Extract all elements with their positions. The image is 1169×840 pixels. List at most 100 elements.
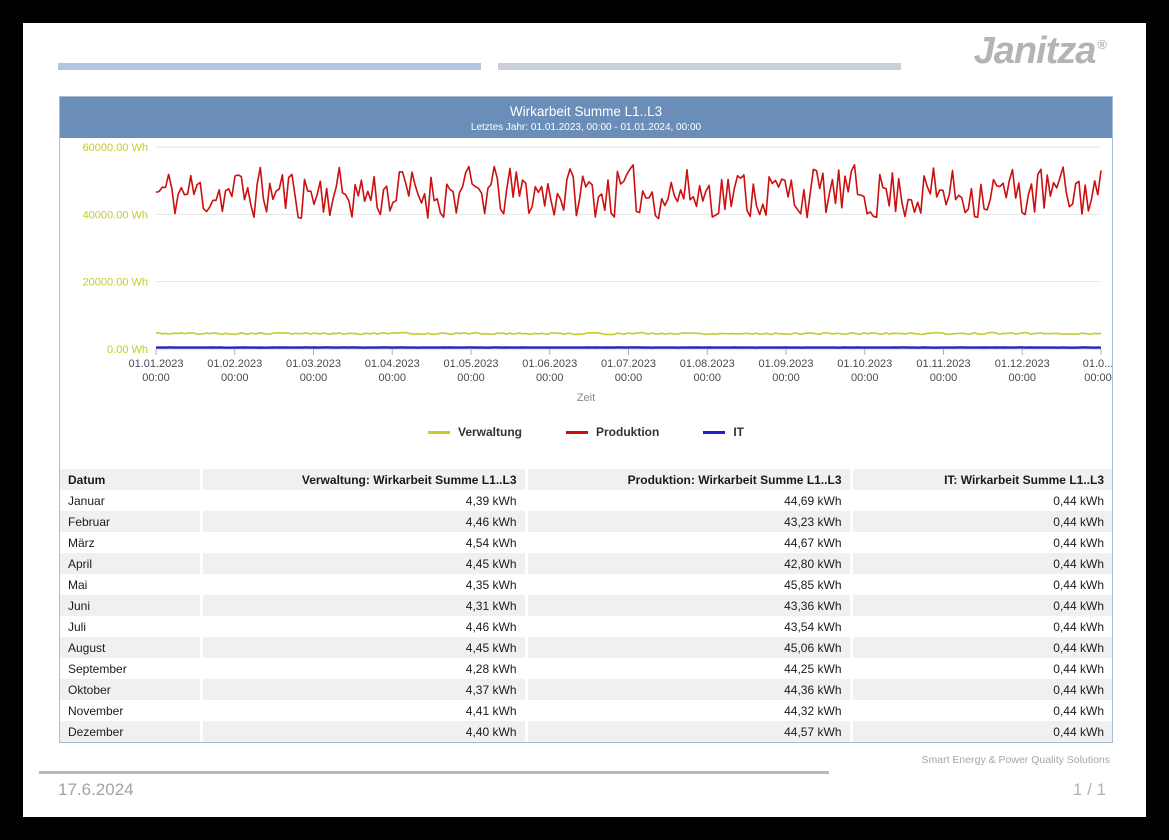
y-tick-label: 60000.00 Wh bbox=[83, 142, 148, 154]
x-tick-label-date: 01.05.2023 bbox=[443, 358, 498, 370]
cell-month: Mai bbox=[60, 574, 201, 595]
table-row: Dezember4,40 kWh44,57 kWh0,44 kWh bbox=[60, 721, 1112, 742]
x-tick-label-date: 01.09.2023 bbox=[758, 358, 813, 370]
cell-month: Dezember bbox=[60, 721, 201, 742]
cell-month: Januar bbox=[60, 490, 201, 511]
series-produktion-line bbox=[156, 165, 1101, 219]
legend-swatch-verwaltung bbox=[428, 431, 450, 434]
cell-value: 0,44 kWh bbox=[851, 721, 1112, 742]
x-tick-label-time: 00:00 bbox=[1008, 372, 1036, 384]
cell-value: 0,44 kWh bbox=[851, 553, 1112, 574]
cell-value: 0,44 kWh bbox=[851, 490, 1112, 511]
x-tick-label-time: 00:00 bbox=[221, 372, 249, 384]
x-axis-title: Zeit bbox=[60, 392, 1112, 404]
cell-value: 42,80 kWh bbox=[526, 553, 851, 574]
cell-value: 4,46 kWh bbox=[201, 616, 526, 637]
cell-value: 44,69 kWh bbox=[526, 490, 851, 511]
cell-value: 43,36 kWh bbox=[526, 595, 851, 616]
y-tick-label: 20000.00 Wh bbox=[83, 277, 148, 289]
table-header-row: Datum Verwaltung: Wirkarbeit Summe L1..L… bbox=[60, 469, 1112, 490]
x-tick-label-date: 01.10.2023 bbox=[837, 358, 892, 370]
chart-header: Wirkarbeit Summe L1..L3 Letztes Jahr: 01… bbox=[60, 97, 1112, 138]
x-tick-label-time: 00:00 bbox=[693, 372, 721, 384]
cell-value: 0,44 kWh bbox=[851, 595, 1112, 616]
cell-value: 0,44 kWh bbox=[851, 637, 1112, 658]
y-tick-label: 0.00 Wh bbox=[107, 344, 148, 356]
cell-value: 4,41 kWh bbox=[201, 700, 526, 721]
x-tick-label-date: 01.12.2023 bbox=[995, 358, 1050, 370]
cell-value: 43,23 kWh bbox=[526, 511, 851, 532]
cell-value: 4,46 kWh bbox=[201, 511, 526, 532]
x-tick-label-date: 01.06.2023 bbox=[522, 358, 577, 370]
legend-item-it: IT bbox=[703, 425, 744, 439]
report-page: Janitza® Wirkarbeit Summe L1..L3 Letztes… bbox=[23, 23, 1146, 817]
x-tick-label-date: 01.11.2023 bbox=[916, 358, 970, 370]
logo-text: Janitza bbox=[974, 30, 1096, 72]
table-row: August4,45 kWh45,06 kWh0,44 kWh bbox=[60, 637, 1112, 658]
x-tick-label-time: 00:00 bbox=[930, 372, 958, 384]
column-header-verwaltung: Verwaltung: Wirkarbeit Summe L1..L3 bbox=[201, 469, 526, 490]
cell-month: April bbox=[60, 553, 201, 574]
y-tick-label: 40000.00 Wh bbox=[83, 209, 148, 221]
header-accent-bar-blue bbox=[58, 63, 481, 70]
cell-value: 4,40 kWh bbox=[201, 721, 526, 742]
cell-month: März bbox=[60, 532, 201, 553]
x-tick-label-time: 00:00 bbox=[1084, 372, 1112, 384]
report-block: Wirkarbeit Summe L1..L3 Letztes Jahr: 01… bbox=[59, 96, 1113, 743]
legend-swatch-it bbox=[703, 431, 725, 434]
table-row: März4,54 kWh44,67 kWh0,44 kWh bbox=[60, 532, 1112, 553]
cell-month: August bbox=[60, 637, 201, 658]
cell-value: 4,31 kWh bbox=[201, 595, 526, 616]
x-tick-label-time: 00:00 bbox=[851, 372, 879, 384]
cell-value: 4,39 kWh bbox=[201, 490, 526, 511]
cell-value: 4,54 kWh bbox=[201, 532, 526, 553]
chart-subtitle: Letztes Jahr: 01.01.2023, 00:00 - 01.01.… bbox=[60, 119, 1112, 133]
table-row: Juli4,46 kWh43,54 kWh0,44 kWh bbox=[60, 616, 1112, 637]
header-accent-bar-gray bbox=[498, 63, 901, 70]
x-tick-label-time: 00:00 bbox=[378, 372, 406, 384]
x-tick-label-date: 01.03.2023 bbox=[286, 358, 341, 370]
cell-value: 4,45 kWh bbox=[201, 553, 526, 574]
chart-legend: VerwaltungProduktionIT bbox=[60, 425, 1112, 439]
cell-value: 0,44 kWh bbox=[851, 658, 1112, 679]
legend-swatch-produktion bbox=[566, 431, 588, 434]
legend-item-produktion: Produktion bbox=[566, 425, 659, 439]
cell-value: 0,44 kWh bbox=[851, 616, 1112, 637]
page-number: 1 / 1 bbox=[1073, 780, 1106, 800]
cell-value: 45,06 kWh bbox=[526, 637, 851, 658]
x-tick-label-date: 01.01.2023 bbox=[128, 358, 183, 370]
table-row: April4,45 kWh42,80 kWh0,44 kWh bbox=[60, 553, 1112, 574]
x-tick-label-date: 01.0... bbox=[1083, 358, 1112, 370]
x-tick-label-time: 00:00 bbox=[772, 372, 800, 384]
table-row: Februar4,46 kWh43,23 kWh0,44 kWh bbox=[60, 511, 1112, 532]
cell-month: Juli bbox=[60, 616, 201, 637]
cell-month: Februar bbox=[60, 511, 201, 532]
series-verwaltung-line bbox=[156, 332, 1101, 334]
cell-value: 44,57 kWh bbox=[526, 721, 851, 742]
cell-month: Juni bbox=[60, 595, 201, 616]
brand-tagline: Smart Energy & Power Quality Solutions bbox=[922, 754, 1111, 766]
table-row: September4,28 kWh44,25 kWh0,44 kWh bbox=[60, 658, 1112, 679]
cell-value: 44,32 kWh bbox=[526, 700, 851, 721]
table-row: Mai4,35 kWh45,85 kWh0,44 kWh bbox=[60, 574, 1112, 595]
x-tick-label-time: 00:00 bbox=[142, 372, 170, 384]
x-tick-label-date: 01.08.2023 bbox=[680, 358, 735, 370]
cell-month: Oktober bbox=[60, 679, 201, 700]
cell-value: 0,44 kWh bbox=[851, 532, 1112, 553]
cell-value: 4,37 kWh bbox=[201, 679, 526, 700]
column-header-produktion: Produktion: Wirkarbeit Summe L1..L3 bbox=[526, 469, 851, 490]
x-tick-label-date: 01.04.2023 bbox=[365, 358, 420, 370]
chart-title: Wirkarbeit Summe L1..L3 bbox=[60, 97, 1112, 119]
table-row: November4,41 kWh44,32 kWh0,44 kWh bbox=[60, 700, 1112, 721]
line-chart: 60000.00 Wh 40000.00 Wh 20000.00 Wh 0.00 Wh… bbox=[60, 138, 1112, 388]
table-row: Oktober4,37 kWh44,36 kWh0,44 kWh bbox=[60, 679, 1112, 700]
chart-area: 60000.00 Wh 40000.00 Wh 20000.00 Wh 0.00 Wh… bbox=[60, 138, 1112, 469]
cell-value: 45,85 kWh bbox=[526, 574, 851, 595]
janitza-logo: Janitza® bbox=[974, 31, 1106, 73]
cell-value: 0,44 kWh bbox=[851, 700, 1112, 721]
monthly-data-table: Datum Verwaltung: Wirkarbeit Summe L1..L… bbox=[60, 469, 1112, 742]
cell-value: 0,44 kWh bbox=[851, 511, 1112, 532]
cell-value: 4,28 kWh bbox=[201, 658, 526, 679]
cell-value: 0,44 kWh bbox=[851, 574, 1112, 595]
legend-label: IT bbox=[733, 425, 744, 439]
